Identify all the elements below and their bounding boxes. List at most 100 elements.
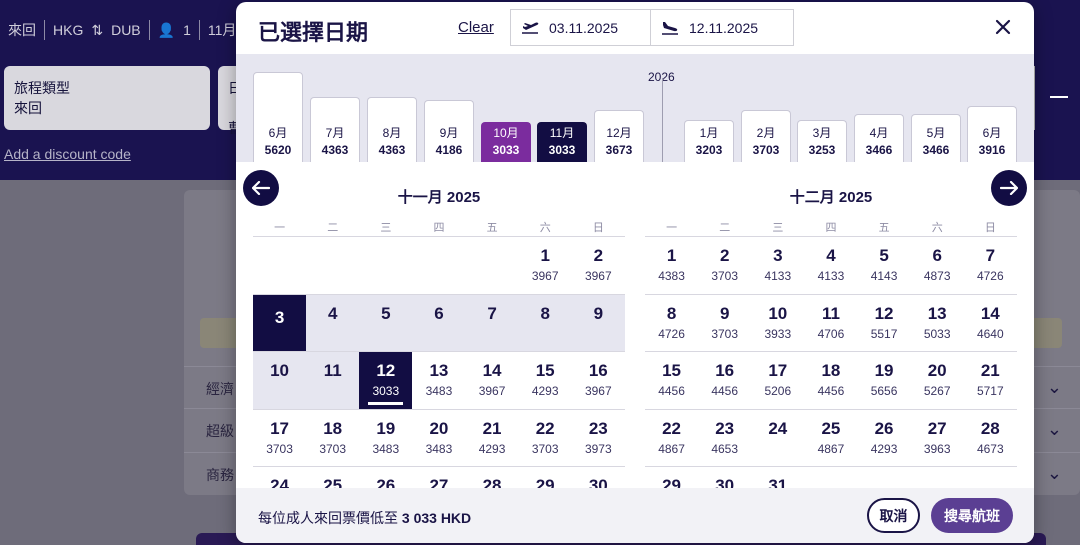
month-bar[interactable]: 8月 4363 [367, 97, 417, 162]
day-cell[interactable]: 4 4133 [804, 237, 858, 295]
month-bar[interactable]: 12月 3673 [594, 110, 644, 162]
day-cell[interactable]: 11 [306, 352, 360, 410]
day-cell[interactable]: 1 4383 [645, 237, 699, 295]
summary-month: 11月 [207, 22, 237, 38]
month-bar-label: 10月 [493, 126, 519, 140]
month-bar[interactable]: 3月 3253 [797, 120, 847, 162]
day-cell[interactable]: 23 3973 [571, 410, 625, 467]
day-cell[interactable]: 2 3967 [571, 237, 625, 295]
day-cell[interactable]: 10 3933 [751, 295, 805, 352]
day-cell[interactable]: 6 4873 [910, 237, 964, 295]
day-cell[interactable]: 9 3703 [698, 295, 752, 352]
day-cell[interactable]: 18 4456 [804, 352, 858, 410]
day-cell[interactable]: 15 4293 [518, 352, 572, 410]
day-cell[interactable]: 30 [572, 467, 625, 488]
day-cell[interactable]: 25 4867 [804, 410, 858, 467]
lowest-fare-label: 每位成人來回票價低至 [258, 510, 398, 526]
month-bar-label: 8月 [382, 126, 402, 140]
month-bar[interactable]: 2月 3703 [741, 110, 791, 162]
month-bar[interactable]: 6月 3916 [967, 106, 1017, 162]
day-number: 25 [821, 418, 841, 438]
day-cell[interactable]: 30 [698, 467, 751, 488]
day-cell[interactable]: 8 [518, 294, 572, 352]
day-cell[interactable]: 31 [751, 467, 804, 488]
day-cell[interactable]: 22 3703 [518, 410, 572, 467]
close-button[interactable] [990, 14, 1016, 40]
month-bar[interactable]: 11月 3033 [537, 122, 587, 162]
day-cell[interactable]: 5 4143 [857, 237, 911, 295]
day-cell[interactable]: 21 4293 [465, 410, 519, 467]
day-cell[interactable]: 13 5033 [910, 295, 964, 352]
trip-type-card[interactable]: 旅程類型 來回 [4, 66, 210, 130]
day-cell[interactable]: 5 [359, 294, 413, 352]
day-cell[interactable]: 16 3967 [571, 352, 625, 410]
day-cell[interactable]: 6 [412, 294, 466, 352]
modal-footer: 每位成人來回票價低至 3 033 HKD 取消 搜尋航班 [236, 488, 1034, 543]
depart-date-field[interactable]: 03.11.2025 [510, 9, 651, 46]
day-cell[interactable]: 26 [359, 467, 412, 488]
day-cell[interactable]: 19 3483 [359, 410, 413, 467]
search-flights-button[interactable]: 搜尋航班 [931, 498, 1013, 533]
day-cell[interactable]: 29 [645, 467, 698, 488]
month-bar-label: 7月 [325, 126, 345, 140]
day-cell[interactable]: 17 5206 [751, 352, 805, 410]
chevron-down-icon: ⌄ [1046, 463, 1062, 483]
day-cell[interactable]: 13 3483 [412, 352, 466, 410]
day-cell[interactable]: 24 [751, 410, 805, 467]
clear-button[interactable]: Clear [458, 19, 494, 36]
day-cell[interactable]: 8 4726 [645, 295, 699, 352]
month-bar[interactable]: 4月 3466 [854, 114, 904, 162]
month-bar[interactable]: 7月 4363 [310, 97, 360, 162]
day-cell[interactable]: 12 5517 [857, 295, 911, 352]
fare-row-label: 超級 [206, 423, 234, 439]
weekday-row: 一二三四五六日 [645, 219, 1017, 235]
day-cell[interactable]: 9 [571, 294, 625, 352]
day-cell[interactable]: 10 [253, 352, 307, 410]
close-icon [995, 19, 1011, 35]
day-cell[interactable]: 26 4293 [857, 410, 911, 467]
day-cell[interactable]: 22 4867 [645, 410, 699, 467]
day-cell[interactable]: 14 4640 [963, 295, 1017, 352]
month-bar[interactable]: 9月 4186 [424, 100, 474, 162]
month-bar[interactable]: 1月 3203 [684, 120, 734, 162]
day-cell[interactable]: 20 3483 [412, 410, 466, 467]
day-number: 13 [927, 303, 947, 323]
day-cell[interactable]: 17 3703 [253, 410, 307, 467]
day-cell[interactable]: 7 4726 [963, 237, 1017, 295]
day-cell[interactable]: 28 4673 [963, 410, 1017, 467]
day-cell[interactable]: 3 [253, 294, 307, 352]
day-cell[interactable]: 4 [306, 294, 360, 352]
month-bar[interactable]: 10月 3033 [481, 122, 531, 162]
day-cell[interactable]: 2 3703 [698, 237, 752, 295]
day-cell[interactable]: 16 4456 [698, 352, 752, 410]
day-cell[interactable]: 3 4133 [751, 237, 805, 295]
month-bar-price: 5620 [264, 143, 292, 157]
discount-code-link[interactable]: Add a discount code [4, 146, 131, 162]
day-cell[interactable]: 27 3963 [910, 410, 964, 467]
day-cell[interactable]: 21 5717 [963, 352, 1017, 410]
return-date-field[interactable]: 12.11.2025 [650, 9, 794, 46]
month-bar[interactable]: 5月 3466 [911, 114, 961, 162]
day-cell[interactable]: 20 5267 [910, 352, 964, 410]
day-cell[interactable]: 29 [519, 467, 572, 488]
day-cell[interactable]: 27 [412, 467, 465, 488]
day-cell[interactable]: 12 3033 [359, 352, 413, 410]
day-cell[interactable]: 23 4653 [698, 410, 752, 467]
day-cell[interactable]: 11 4706 [804, 295, 858, 352]
day-price: 5517 [870, 326, 898, 341]
day-cell[interactable]: 15 4456 [645, 352, 699, 410]
month-bar-label: 12月 [606, 126, 632, 140]
return-date-value: 12.11.2025 [689, 19, 759, 36]
summary-origin: HKG [53, 22, 84, 38]
day-cell[interactable]: 18 3703 [306, 410, 360, 467]
day-cell[interactable]: 28 [466, 467, 519, 488]
cancel-button[interactable]: 取消 [867, 498, 920, 533]
month-bar[interactable]: 6月 5620 [253, 72, 303, 162]
day-cell[interactable]: 14 3967 [465, 352, 519, 410]
day-cell[interactable]: 7 [465, 294, 519, 352]
day-cell[interactable]: 19 5656 [857, 352, 911, 410]
divider [198, 20, 200, 40]
day-cell[interactable]: 24 [253, 467, 306, 488]
day-cell[interactable]: 1 3967 [518, 237, 572, 295]
day-cell[interactable]: 25 [306, 467, 359, 488]
